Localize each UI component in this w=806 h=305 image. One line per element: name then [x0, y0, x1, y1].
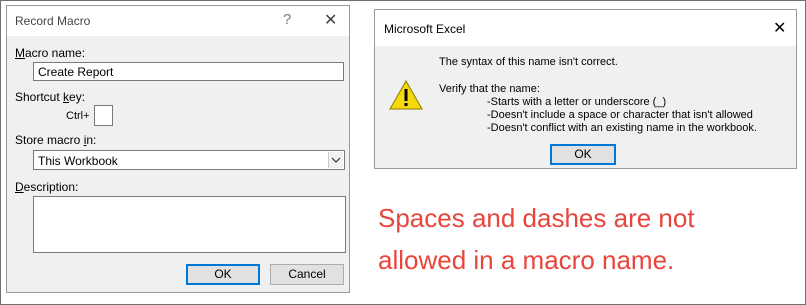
caption-line-2: allowed in a macro name.	[378, 245, 675, 275]
record-macro-dialog: Record Macro ? ✕ Macro name: Create Repo…	[6, 5, 350, 293]
help-button[interactable]: ?	[283, 11, 291, 28]
ok-button[interactable]: OK	[186, 264, 260, 285]
excel-error-dialog: Microsoft Excel ✕ The syntax of this nam…	[374, 9, 797, 169]
description-textarea[interactable]	[33, 196, 346, 253]
chevron-down-icon[interactable]	[328, 152, 343, 168]
record-macro-titlebar: Record Macro ? ✕	[7, 6, 349, 36]
excel-dialog-titlebar: Microsoft Excel ✕	[375, 10, 796, 46]
warning-icon	[389, 79, 423, 115]
cancel-button[interactable]: Cancel	[270, 264, 344, 285]
shortcut-key-label: Shortcut key:	[15, 90, 86, 104]
store-macro-value: This Workbook	[38, 154, 118, 168]
verify-text: Verify that the name:	[439, 83, 540, 95]
close-icon[interactable]: ✕	[773, 18, 786, 38]
macro-name-label: Macro name:	[15, 46, 86, 60]
rule-line: -Doesn't include a space or character th…	[487, 109, 753, 121]
caption-line-1: Spaces and dashes are not	[378, 203, 695, 233]
description-label: Description:	[15, 180, 79, 194]
ctrl-plus-label: Ctrl+	[66, 110, 90, 122]
close-icon[interactable]: ✕	[324, 10, 337, 30]
macro-name-input[interactable]: Create Report	[33, 62, 344, 81]
rule-line: -Doesn't conflict with an existing name …	[487, 122, 757, 134]
error-message: The syntax of this name isn't correct.	[439, 56, 618, 68]
store-macro-select[interactable]: This Workbook	[33, 150, 345, 170]
store-macro-label: Store macro in:	[15, 133, 97, 147]
excel-dialog-title: Microsoft Excel	[384, 22, 466, 36]
record-macro-title: Record Macro	[15, 14, 91, 28]
rule-line: -Starts with a letter or underscore (_)	[487, 96, 667, 108]
ok-button[interactable]: OK	[550, 144, 616, 165]
shortcut-key-input[interactable]	[94, 105, 113, 126]
